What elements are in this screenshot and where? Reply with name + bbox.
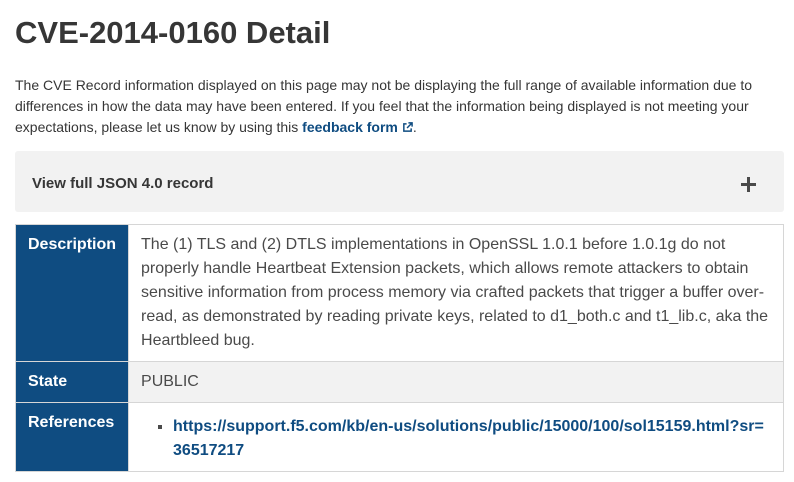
description-row: Description The (1) TLS and (2) DTLS imp… (14, 224, 784, 362)
description-value: The (1) TLS and (2) DTLS implementations… (128, 224, 784, 362)
cve-details-table: Description The (1) TLS and (2) DTLS imp… (14, 224, 784, 472)
state-row: State PUBLIC (14, 361, 784, 403)
external-link-icon (402, 122, 413, 132)
state-header: State (14, 361, 130, 403)
plus-icon (741, 177, 756, 192)
page-title: CVE-2014-0160 Detail (15, 15, 331, 50)
references-list: https://support.f5.com/kb/en-us/solution… (141, 415, 771, 463)
references-value: https://support.f5.com/kb/en-us/solution… (128, 402, 784, 472)
reference-item: https://support.f5.com/kb/en-us/solution… (173, 415, 771, 463)
state-value: PUBLIC (128, 361, 784, 403)
references-header: References (14, 402, 130, 472)
view-json-record-label: View full JSON 4.0 record (32, 175, 214, 192)
notice-trailing: . (412, 119, 417, 135)
description-header: Description (14, 224, 130, 362)
feedback-form-link[interactable]: feedback form (302, 119, 413, 135)
reference-link[interactable]: https://support.f5.com/kb/en-us/solution… (173, 418, 764, 459)
view-json-record-toggle[interactable]: View full JSON 4.0 record (15, 151, 784, 212)
references-row: References https://support.f5.com/kb/en-… (14, 402, 784, 472)
notice-text: The CVE Record information displayed on … (15, 75, 777, 138)
cve-detail-page: CVE-2014-0160 Detail The CVE Record info… (0, 0, 794, 482)
feedback-form-label: feedback form (302, 119, 398, 135)
